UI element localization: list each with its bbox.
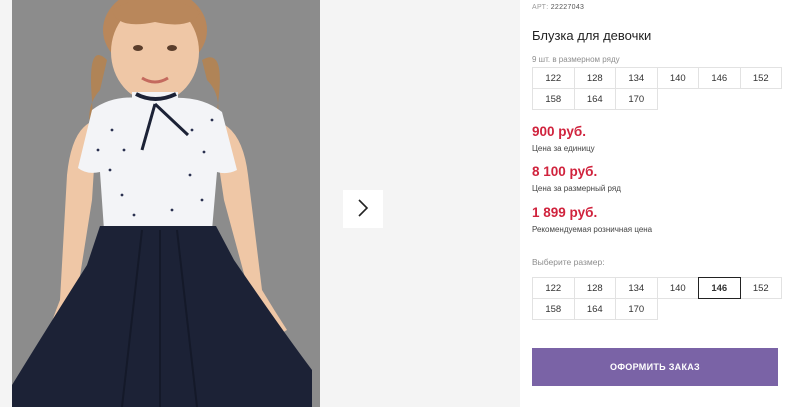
size-row-cell: 170 — [615, 88, 658, 110]
size-option-140[interactable]: 140 — [656, 277, 699, 299]
size-option-152[interactable]: 152 — [739, 277, 782, 299]
row-price-label: Цена за размерный ряд — [532, 184, 621, 193]
product-details: АРТ: 22227043 Блузка для девочки 9 шт. в… — [532, 0, 792, 407]
gallery-next-button[interactable] — [343, 190, 383, 228]
product-title: Блузка для девочки — [532, 28, 652, 43]
unit-price-label: Цена за единицу — [532, 144, 595, 153]
unit-price: 900 руб. — [532, 124, 586, 139]
size-option-170[interactable]: 170 — [615, 298, 658, 320]
size-row-cell: 122 — [532, 67, 575, 89]
sku-value: 22227043 — [550, 4, 585, 11]
size-option-122[interactable]: 122 — [532, 277, 575, 299]
size-select-grid: 122 128 134 140 146 152 158 164 170 — [532, 277, 782, 320]
size-option-134[interactable]: 134 — [615, 277, 658, 299]
size-row-cell: 134 — [615, 67, 658, 89]
size-row-note: 9 шт. в размерном ряду — [532, 55, 620, 64]
size-option-146[interactable]: 146 — [698, 277, 741, 299]
size-row-cell: 164 — [573, 88, 616, 110]
size-row-cell: 140 — [656, 67, 699, 89]
size-option-158[interactable]: 158 — [532, 298, 575, 320]
retail-price: 1 899 руб. — [532, 205, 598, 220]
product-photo-illustration — [12, 0, 320, 407]
size-row-cell: 146 — [698, 67, 741, 89]
size-row-cell: 152 — [739, 67, 782, 89]
size-row-grid: 122 128 134 140 146 152 158 164 170 — [532, 67, 782, 110]
retail-price-label: Рекомендуемая розничная цена — [532, 225, 653, 234]
row-price: 8 100 руб. — [532, 164, 598, 179]
size-option-164[interactable]: 164 — [573, 298, 616, 320]
size-select-label: Выберите размер: — [532, 257, 605, 267]
product-sku: АРТ: 22227043 — [532, 4, 584, 11]
size-option-128[interactable]: 128 — [573, 277, 616, 299]
size-row-cell: 158 — [532, 88, 575, 110]
size-row-cell: 128 — [573, 67, 616, 89]
product-gallery — [0, 0, 520, 407]
sku-label: АРТ: — [532, 4, 549, 11]
product-photo — [12, 0, 320, 407]
chevron-right-icon — [357, 198, 369, 220]
place-order-button[interactable]: ОФОРМИТЬ ЗАКАЗ — [532, 348, 778, 386]
